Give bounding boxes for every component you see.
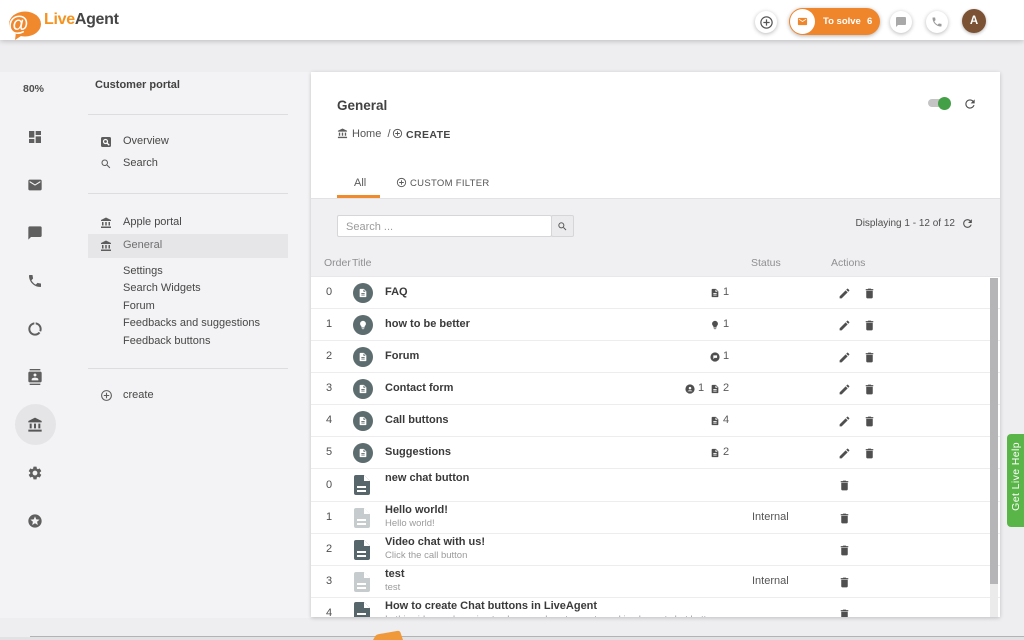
svg-text:@: @ <box>8 13 28 36</box>
